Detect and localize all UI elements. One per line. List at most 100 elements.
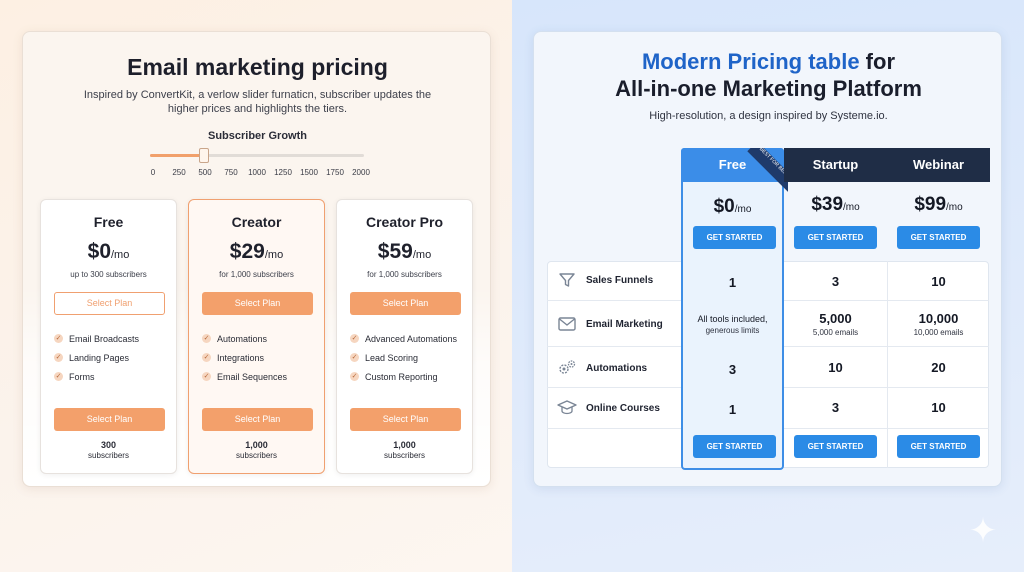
get-started-button[interactable]: GET STARTED xyxy=(693,226,776,249)
plan-card-free: Free $0/mo up to 300 subscribers Select … xyxy=(40,199,177,474)
subs-label: subscribers xyxy=(88,451,129,460)
gears-icon xyxy=(556,358,578,378)
title-rest: for xyxy=(859,49,896,74)
title-line2: All-in-one Marketing Platform xyxy=(615,76,922,101)
subscriber-slider-track[interactable] xyxy=(150,154,364,157)
email-value: 5,000 xyxy=(819,311,852,326)
subscriber-count: 300 subscribers xyxy=(41,440,176,461)
column-price: $39/mo xyxy=(784,194,887,216)
feature-label: Online Courses xyxy=(586,402,660,414)
slider-label: Subscriber Growth xyxy=(207,130,308,142)
cell-email: 10,000 10,000 emails xyxy=(887,312,990,340)
feature-item: ✓ Email Broadcasts xyxy=(54,329,139,348)
cell-courses: 10 xyxy=(931,400,946,415)
plan-card-creator-pro: Creator Pro $59/mo for 1,000 subscribers… xyxy=(336,199,473,474)
cell-automations: 10 xyxy=(828,360,843,375)
check-icon: ✓ xyxy=(350,372,359,381)
title-highlight: Modern Pricing table xyxy=(641,49,860,74)
select-plan-button[interactable]: Select Plan xyxy=(202,292,313,315)
slider-tick-label: 750 xyxy=(224,168,238,177)
plan-name: Creator Pro xyxy=(365,214,444,230)
feature-label: Forms xyxy=(69,371,95,382)
feature-item: ✓ Advanced Automations xyxy=(350,329,457,348)
feature-label: Email Broadcasts xyxy=(69,333,140,344)
plan-card-creator: Creator $29/mo for 1,000 subscribers Sel… xyxy=(188,199,325,474)
page-subtitle: High-resolution, a design inspired by Sy… xyxy=(649,110,888,122)
select-plan-button[interactable]: Select Plan xyxy=(202,408,313,431)
slider-tick-label: 2000 xyxy=(352,168,370,177)
subs-count: 300 xyxy=(100,440,117,450)
email-sub: 10,000 emails xyxy=(913,328,964,337)
subs-count: 1,000 xyxy=(245,440,268,450)
feature-item: ✓ Email Sequences xyxy=(202,367,287,386)
email-value: 10,000 xyxy=(918,311,959,326)
feature-row-automations: Automations xyxy=(556,358,647,378)
feature-item: ✓ Lead Scoring xyxy=(350,348,457,367)
select-plan-button[interactable]: Select Plan xyxy=(54,292,165,315)
feature-list: ✓ Advanced Automations ✓ Lead Scoring ✓ Cus… xyxy=(350,329,457,386)
feature-list: ✓ Email Broadcasts ✓ Landing Pages ✓ Forms xyxy=(54,329,139,386)
slider-tick-label: 500 xyxy=(198,168,212,177)
get-started-button[interactable]: GET STARTED xyxy=(897,226,980,249)
feature-item: ✓ Automations xyxy=(202,329,287,348)
check-icon: ✓ xyxy=(54,334,63,343)
page-title: Email marketing pricing xyxy=(127,54,388,80)
slider-thumb[interactable] xyxy=(198,148,209,163)
feature-row-sales-funnels: Sales Funnels xyxy=(556,270,653,290)
feature-item: ✓ Custom Reporting xyxy=(350,367,457,386)
feature-label: Sales Funnels xyxy=(586,274,654,286)
check-icon: ✓ xyxy=(54,372,63,381)
plan-price: $29/mo xyxy=(189,240,324,264)
funnel-icon xyxy=(556,270,578,290)
column-free: Free BEST FOR BEGINNERS $0/mo GET STARTE… xyxy=(681,148,788,470)
cell-automations: 20 xyxy=(931,360,946,375)
slider-tick-label: 1500 xyxy=(300,168,318,177)
price-amount: $0 xyxy=(713,196,735,217)
select-plan-button[interactable]: Select Plan xyxy=(350,408,461,431)
cell-courses: 3 xyxy=(831,400,840,415)
price-amount: $29 xyxy=(229,240,265,263)
feature-item: ✓ Landing Pages xyxy=(54,348,139,367)
get-started-button[interactable]: GET STARTED xyxy=(897,435,980,458)
column-price: $0/mo xyxy=(681,196,784,218)
cell-courses: 1 xyxy=(728,402,737,417)
email-note-line1: All tools included, xyxy=(697,314,768,324)
feature-row-online-courses: Online Courses xyxy=(556,398,660,418)
slider-ticks: 0 250 500 750 1000 1250 1500 1750 2000 xyxy=(141,168,373,180)
check-icon: ✓ xyxy=(350,334,359,343)
select-plan-button[interactable]: Select Plan xyxy=(350,292,461,315)
get-started-button[interactable]: GET STARTED xyxy=(794,226,877,249)
get-started-button[interactable]: GET STARTED xyxy=(794,435,877,458)
feature-label: Integrations xyxy=(217,352,265,363)
get-started-button[interactable]: GET STARTED xyxy=(693,435,776,458)
cell-funnels: 3 xyxy=(831,274,840,289)
slider-tick-label: 1000 xyxy=(248,168,266,177)
plan-price: $0/mo xyxy=(41,240,176,264)
cell-email: 5,000 5,000 emails xyxy=(784,312,887,340)
plan-name: Free xyxy=(93,214,124,230)
check-icon: ✓ xyxy=(54,353,63,362)
page-title: Modern Pricing table for All-in-one Mark… xyxy=(534,48,1003,102)
column-price: $99/mo xyxy=(887,194,990,216)
plan-limit: for 1,000 subscribers xyxy=(219,270,294,279)
check-icon: ✓ xyxy=(202,334,211,343)
feature-item: ✓ Integrations xyxy=(202,348,287,367)
subs-label: subscribers xyxy=(384,451,425,460)
slider-tick-label: 1750 xyxy=(326,168,344,177)
feature-label: Lead Scoring xyxy=(365,352,419,363)
column-startup: Startup $39/mo GET STARTED xyxy=(784,148,887,260)
plan-name: Creator xyxy=(231,214,282,230)
subs-count: 1,000 xyxy=(393,440,416,450)
price-amount: $59 xyxy=(377,240,413,263)
cell-funnels: 10 xyxy=(931,274,946,289)
cell-automations: 3 xyxy=(728,362,737,377)
platform-pricing-card: Modern Pricing table for All-in-one Mark… xyxy=(533,31,1002,487)
select-plan-button[interactable]: Select Plan xyxy=(54,408,165,431)
page-subtitle: Inspired by ConvertKit, a verlow slider … xyxy=(83,89,432,115)
price-period: /mo xyxy=(412,249,432,261)
plan-price: $59/mo xyxy=(337,240,472,264)
plan-limit: up to 300 subscribers xyxy=(70,270,147,279)
price-period: /mo xyxy=(734,204,752,215)
column-webinar: Webinar $99/mo GET STARTED xyxy=(887,148,990,260)
subscriber-count: 1,000 subscribers xyxy=(189,440,324,461)
